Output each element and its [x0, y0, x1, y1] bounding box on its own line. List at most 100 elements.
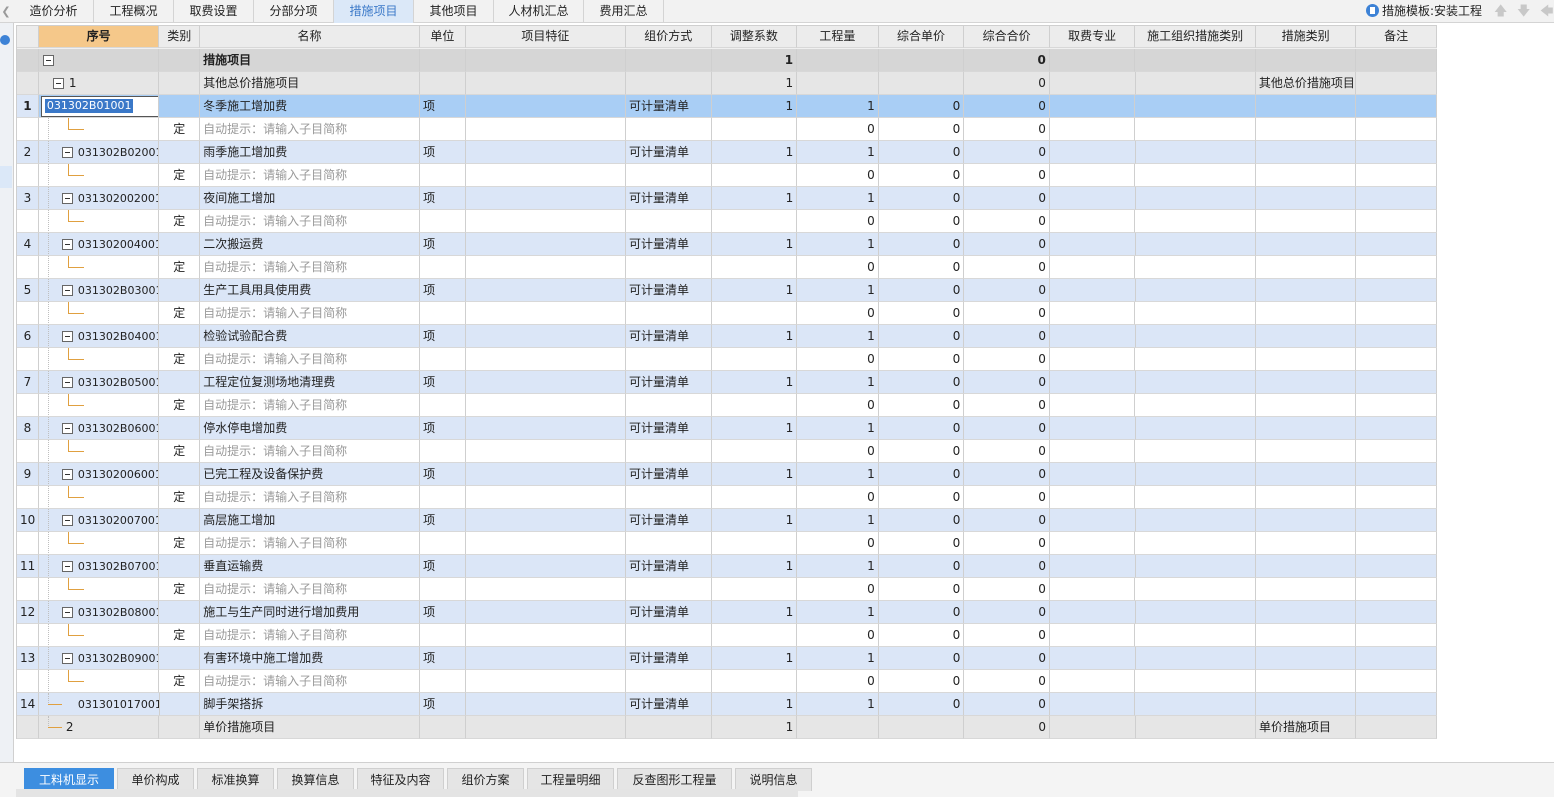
- qty-cell[interactable]: 0: [797, 394, 879, 417]
- qty-cell[interactable]: 1: [797, 325, 879, 348]
- coef-cell[interactable]: 1: [711, 509, 798, 532]
- unit-cell[interactable]: [419, 348, 466, 371]
- unit-cell[interactable]: [419, 256, 466, 279]
- cell[interactable]: [1135, 463, 1256, 486]
- total-cell[interactable]: 0: [964, 532, 1050, 555]
- total-cell[interactable]: 0: [964, 118, 1050, 141]
- type-cell[interactable]: [159, 279, 201, 302]
- cell[interactable]: [1135, 164, 1256, 187]
- table-row-item[interactable]: 11 031302B07001 垂直运输费项可计量清单 1 1 0 0: [17, 555, 1438, 578]
- seq-cell[interactable]: 1: [38, 72, 160, 95]
- type-cell[interactable]: [159, 463, 201, 486]
- cell[interactable]: [1135, 601, 1256, 624]
- cell[interactable]: [1135, 256, 1256, 279]
- header-col-unit-price[interactable]: 综合单价: [878, 26, 965, 48]
- cell[interactable]: [1356, 256, 1437, 279]
- cell[interactable]: [1255, 624, 1357, 647]
- cell[interactable]: [1135, 141, 1256, 164]
- cell[interactable]: [1255, 256, 1357, 279]
- total-cell[interactable]: 0: [964, 601, 1050, 624]
- name-cell[interactable]: 自动提示：请输入子目简称: [200, 532, 420, 555]
- seq-cell[interactable]: [38, 670, 160, 693]
- unit-cell[interactable]: 项: [420, 693, 466, 716]
- name-cell[interactable]: 自动提示：请输入子目简称: [200, 302, 420, 325]
- total-cell[interactable]: 0: [964, 72, 1050, 95]
- tab-reverse-graphic-quantity[interactable]: 反查图形工程量: [617, 768, 732, 791]
- qty-cell[interactable]: 0: [797, 670, 879, 693]
- cell[interactable]: [1135, 394, 1256, 417]
- cell[interactable]: [1255, 302, 1357, 325]
- cell[interactable]: [1135, 72, 1256, 95]
- coef-cell[interactable]: [711, 440, 798, 463]
- cell[interactable]: [1049, 72, 1136, 95]
- table-row-group[interactable]: 2 单价措施项目 1 0 单价措施项目: [17, 716, 1438, 739]
- measure-template-selector[interactable]: 措施模板:安装工程: [1366, 0, 1482, 23]
- total-cell[interactable]: 0: [964, 325, 1050, 348]
- unit-cell[interactable]: [419, 394, 466, 417]
- tab-other-items[interactable]: 其他项目: [414, 0, 494, 23]
- collapse-box-icon[interactable]: [61, 515, 73, 526]
- method-cell[interactable]: [625, 302, 712, 325]
- cell[interactable]: [1255, 532, 1357, 555]
- method-cell[interactable]: [625, 486, 712, 509]
- cell[interactable]: [1135, 49, 1256, 72]
- method-cell[interactable]: 可计量清单: [626, 509, 712, 532]
- code-cell[interactable]: 031302B08001: [38, 601, 160, 624]
- name-cell[interactable]: 冬季施工增加费: [200, 95, 420, 118]
- type-cell[interactable]: [159, 325, 201, 348]
- unit-price-cell[interactable]: 0: [878, 256, 965, 279]
- cell[interactable]: [1135, 233, 1256, 256]
- qty-cell[interactable]: 1: [797, 601, 879, 624]
- name-cell[interactable]: 夜间施工增加: [200, 187, 421, 210]
- cell[interactable]: [1049, 624, 1136, 647]
- cell[interactable]: [1135, 486, 1256, 509]
- type-cell[interactable]: [159, 233, 201, 256]
- unit-cell[interactable]: 项: [420, 509, 466, 532]
- type-cell[interactable]: 定: [159, 210, 201, 233]
- qty-cell[interactable]: 1: [797, 233, 879, 256]
- table-row-item[interactable]: 5 031302B03001 生产工具用具使用费项可计量清单 1 1 0 0: [17, 279, 1438, 302]
- seq-cell[interactable]: [38, 486, 160, 509]
- unit-cell[interactable]: [420, 716, 466, 739]
- name-cell[interactable]: 措施项目: [200, 49, 420, 72]
- unit-cell[interactable]: [419, 578, 466, 601]
- feature-cell[interactable]: [465, 164, 626, 187]
- cell[interactable]: [1356, 302, 1437, 325]
- cell[interactable]: [1049, 509, 1136, 532]
- arrow-up-icon[interactable]: 🡅: [1494, 0, 1507, 23]
- unit-price-cell[interactable]: 0: [878, 463, 965, 486]
- name-cell[interactable]: 自动提示：请输入子目简称: [200, 578, 420, 601]
- qty-cell[interactable]: 1: [797, 555, 879, 578]
- cell[interactable]: [1049, 279, 1136, 302]
- coef-cell[interactable]: [711, 394, 798, 417]
- seq-cell[interactable]: [38, 118, 160, 141]
- feature-cell[interactable]: [465, 486, 626, 509]
- unit-price-cell[interactable]: 0: [878, 647, 965, 670]
- tab-sub-items[interactable]: 分部分项: [254, 0, 334, 23]
- cell[interactable]: [1049, 716, 1136, 739]
- feature-cell[interactable]: [465, 440, 626, 463]
- cell[interactable]: [1049, 555, 1136, 578]
- table-row-group[interactable]: 1 其他总价措施项目 1 0 其他总价措施项目: [17, 72, 1437, 95]
- coef-cell[interactable]: 1: [711, 233, 798, 256]
- cell[interactable]: [1255, 371, 1357, 394]
- code-cell[interactable]: 031302B07001: [38, 555, 160, 578]
- cell[interactable]: [1356, 279, 1438, 302]
- method-cell[interactable]: [625, 49, 712, 72]
- total-cell[interactable]: 0: [964, 279, 1050, 302]
- collapse-box-icon[interactable]: [61, 239, 73, 250]
- type-cell[interactable]: 定: [159, 578, 201, 601]
- table-row-item[interactable]: 8 031302B06001 停水停电增加费项可计量清单 1 1 0 0: [17, 417, 1438, 440]
- cell[interactable]: [1135, 417, 1256, 440]
- total-cell[interactable]: 0: [964, 578, 1050, 601]
- method-cell[interactable]: 可计量清单: [626, 325, 712, 348]
- seq-cell[interactable]: [38, 532, 160, 555]
- name-cell[interactable]: 自动提示：请输入子目简称: [200, 256, 420, 279]
- feature-cell[interactable]: [465, 118, 626, 141]
- cell[interactable]: [1049, 486, 1136, 509]
- tab-fee-settings[interactable]: 取费设置: [174, 0, 254, 23]
- tab-description[interactable]: 说明信息: [735, 768, 812, 791]
- cell[interactable]: [1135, 210, 1256, 233]
- tab-labor-material-display[interactable]: 工料机显示: [24, 768, 114, 791]
- feature-cell[interactable]: [465, 693, 627, 716]
